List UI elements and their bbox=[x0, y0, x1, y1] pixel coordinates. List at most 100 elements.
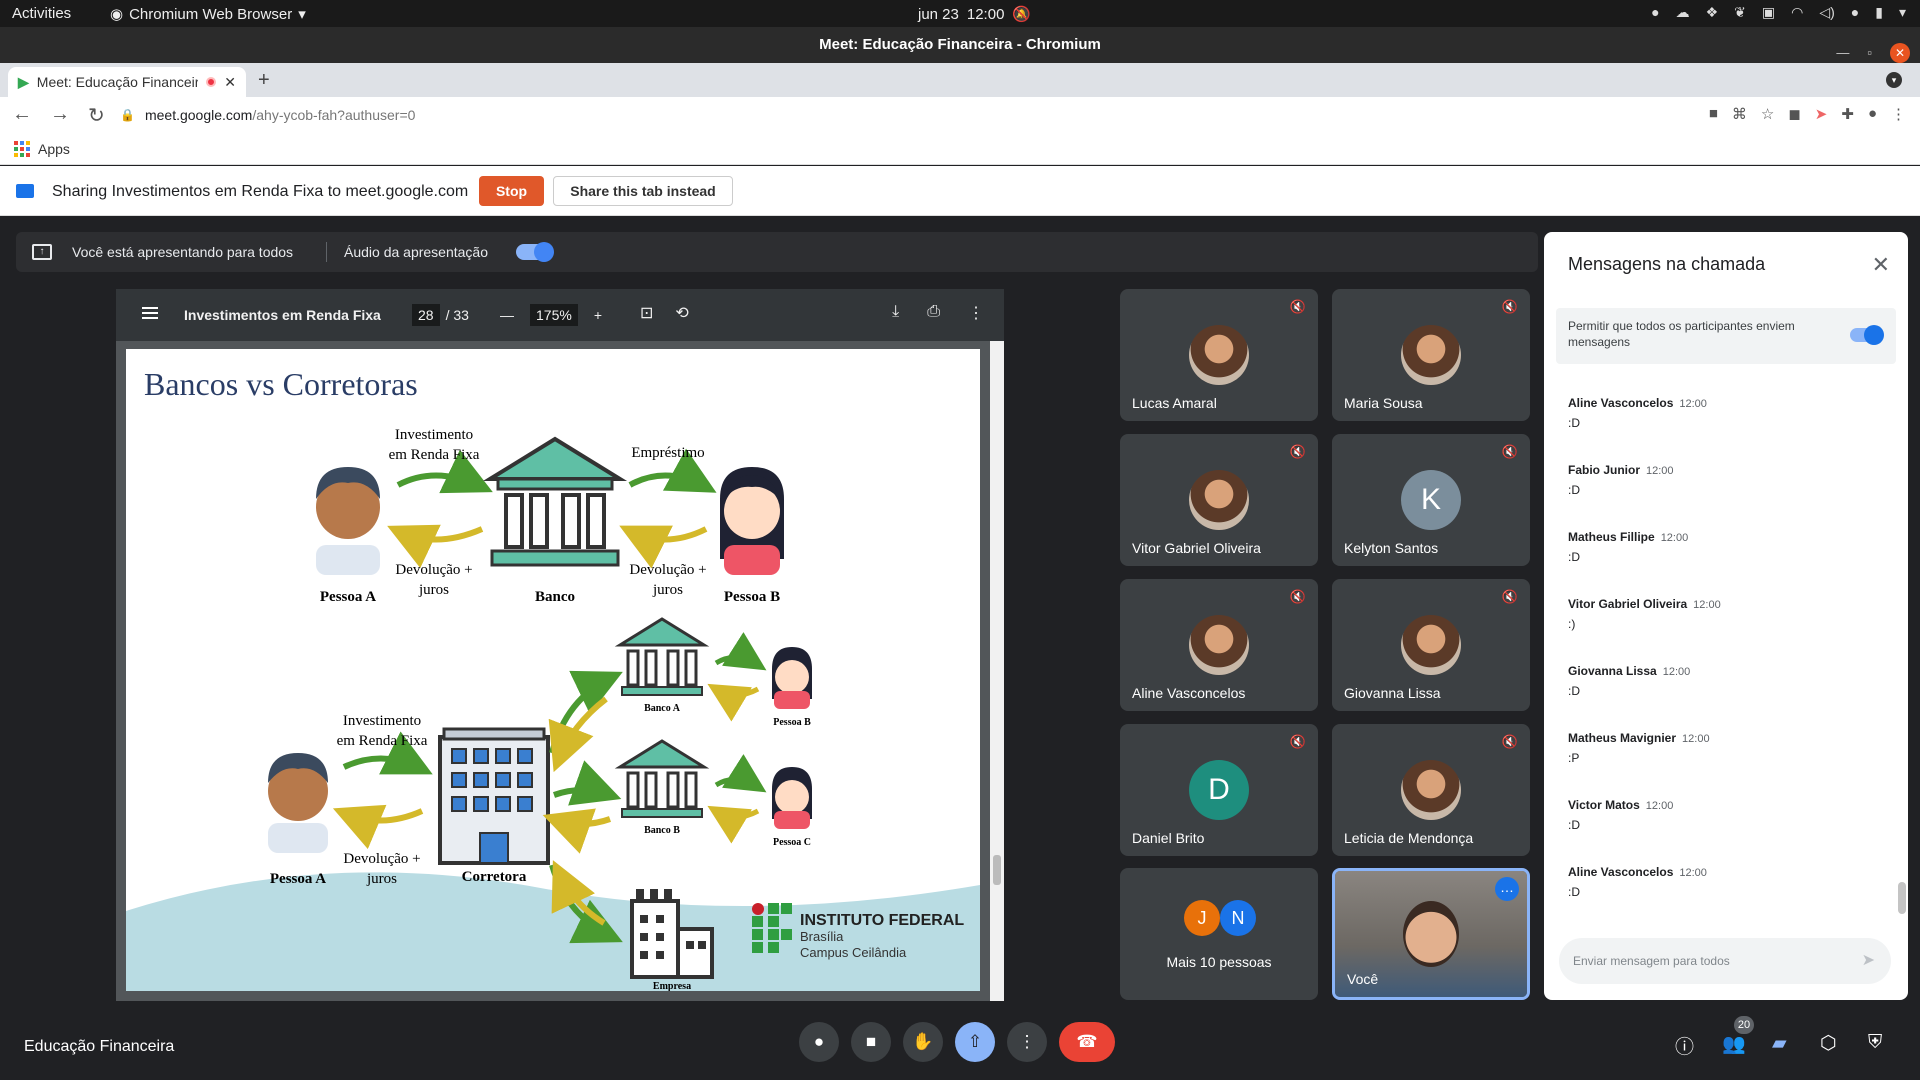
microphone-button[interactable]: ● bbox=[799, 1022, 839, 1062]
more-options-icon[interactable]: ⋮ bbox=[968, 303, 984, 323]
people-icon[interactable]: 👥 bbox=[1722, 1032, 1746, 1056]
download-icon[interactable]: ⤓ bbox=[892, 303, 899, 323]
scrollbar-thumb[interactable] bbox=[993, 855, 1001, 885]
stop-sharing-button[interactable]: Stop bbox=[479, 176, 544, 206]
extension-cast-icon[interactable]: ➤ bbox=[1815, 105, 1828, 123]
more-people-label: Mais 10 pessoas bbox=[1166, 954, 1272, 970]
meeting-details-icon[interactable]: ⓘ bbox=[1675, 1032, 1694, 1059]
host-controls-icon[interactable]: ⛨ bbox=[1868, 1032, 1882, 1054]
chat-input[interactable]: Enviar mensagem para todos ➤ bbox=[1559, 938, 1891, 984]
arrow-bank-a-person-b bbox=[714, 632, 767, 671]
share-this-tab-button[interactable]: Share this tab instead bbox=[553, 176, 733, 206]
profile-icon[interactable]: ● bbox=[1868, 105, 1877, 123]
participant-tile[interactable]: 🔇 Maria Sousa bbox=[1332, 289, 1530, 421]
reload-button[interactable]: ↻ bbox=[88, 103, 105, 128]
label-return-top-2: juros bbox=[418, 582, 449, 598]
participant-name: Giovanna Lissa bbox=[1344, 685, 1441, 701]
screen-icon: ▣ bbox=[1761, 4, 1776, 20]
arrow-bank-b-person-c bbox=[714, 754, 767, 793]
activities-button[interactable]: Activities bbox=[12, 5, 71, 22]
participant-tile[interactable]: 🔇 Lucas Amaral bbox=[1120, 289, 1318, 421]
arrow-broker-bank-a bbox=[549, 670, 623, 754]
chat-scrollbar[interactable] bbox=[1898, 882, 1906, 914]
system-tray[interactable]: ● ☁ ❖ ❦ ▣ ◠ ◁) ● ▮ ▾ bbox=[1651, 4, 1906, 21]
tab-search-icon[interactable]: ▾ bbox=[1886, 72, 1902, 88]
clock[interactable]: jun 23 12:00 🔕 bbox=[918, 5, 1031, 24]
allow-messages-toggle[interactable] bbox=[1850, 325, 1884, 345]
zoom-out-icon[interactable]: — bbox=[500, 307, 514, 323]
tab-close-icon[interactable]: ✕ bbox=[224, 74, 236, 91]
avatar bbox=[1189, 470, 1249, 530]
presentation-audio-toggle[interactable] bbox=[516, 242, 554, 262]
camera-icon[interactable]: ■ bbox=[1709, 105, 1718, 123]
raise-hand-button[interactable]: ✋ bbox=[903, 1022, 943, 1062]
sharing-text: Sharing Investimentos em Renda Fixa to m… bbox=[52, 183, 469, 200]
zoom-input[interactable]: 175% bbox=[530, 304, 578, 326]
close-window-icon[interactable]: ✕ bbox=[1890, 43, 1910, 63]
participant-tile[interactable]: K 🔇 Kelyton Santos bbox=[1332, 434, 1530, 566]
more-options-button[interactable]: ⋮ bbox=[1007, 1022, 1047, 1062]
meeting-controls-bar: Educação Financeira ● ■ ✋ ⇧ ⋮ ☎ ⓘ 👥 20 ▰… bbox=[0, 1010, 1920, 1080]
puzzle-icon[interactable]: ✚ bbox=[1841, 105, 1854, 123]
participant-tile[interactable]: 🔇 Aline Vasconcelos bbox=[1120, 579, 1318, 711]
participant-tile[interactable]: 🔇 Vitor Gabriel Oliveira bbox=[1120, 434, 1318, 566]
message-header: Victor Matos 12:00 bbox=[1568, 798, 1888, 812]
rotate-icon[interactable]: ⟲ bbox=[675, 303, 688, 323]
tab-meet[interactable]: ▶ Meet: Educação Financeira ✕ bbox=[8, 67, 246, 97]
zoom-in-icon[interactable]: + bbox=[594, 307, 602, 323]
camera-button[interactable]: ■ bbox=[851, 1022, 891, 1062]
chat-icon[interactable]: ▰ bbox=[1772, 1032, 1787, 1055]
new-tab-button[interactable]: + bbox=[258, 69, 270, 92]
tile-self[interactable]: … Você bbox=[1332, 868, 1530, 1000]
participant-tile[interactable]: 🔇 Leticia de Mendonça bbox=[1332, 724, 1530, 856]
page-total: / 33 bbox=[445, 307, 469, 323]
message-header: Aline Vasconcelos 12:00 bbox=[1568, 865, 1888, 879]
tab-title: Meet: Educação Financeira bbox=[36, 74, 199, 90]
lock-icon: 🔒 bbox=[120, 108, 135, 122]
arrow-person-b-bank-a bbox=[707, 683, 760, 722]
message-text: :D bbox=[1568, 416, 1580, 430]
send-icon[interactable]: ➤ bbox=[1862, 950, 1875, 970]
url-path: /ahy-ycob-fah?authuser=0 bbox=[252, 107, 416, 123]
present-button[interactable]: ⇧ bbox=[955, 1022, 995, 1062]
menu-icon[interactable] bbox=[142, 307, 158, 309]
activities-icon[interactable]: ⬡ bbox=[1820, 1032, 1837, 1055]
more-options-icon[interactable]: … bbox=[1495, 877, 1519, 901]
address-bar[interactable]: 🔒 meet.google.com/ahy-ycob-fah?authuser=… bbox=[110, 100, 1650, 130]
arrow-invest-top bbox=[396, 449, 493, 494]
avatar: D bbox=[1189, 760, 1249, 820]
app-indicator-icon: ● bbox=[1651, 4, 1660, 20]
arrow-person-c-bank-b bbox=[707, 805, 760, 844]
page-number-input[interactable]: 28 bbox=[412, 304, 440, 326]
meeting-name: Educação Financeira bbox=[24, 1038, 175, 1055]
label-invest-bottom-2: em Renda Fixa bbox=[337, 733, 428, 749]
tile-more-people[interactable]: J N Mais 10 pessoas bbox=[1120, 868, 1318, 1000]
fit-page-icon[interactable]: ⊡ bbox=[640, 303, 653, 323]
participant-tile[interactable]: 🔇 Giovanna Lissa bbox=[1332, 579, 1530, 711]
hang-up-icon: ☎ bbox=[1076, 1032, 1098, 1051]
arrow-return-top-2 bbox=[619, 525, 708, 569]
menu-icon[interactable]: ⋮ bbox=[1891, 105, 1906, 123]
pdf-scrollbar[interactable] bbox=[990, 341, 1004, 1001]
microphone-icon: ● bbox=[813, 1032, 825, 1051]
arrow-bank-a-broker bbox=[548, 696, 608, 773]
mic-off-icon: 🔇 bbox=[1289, 299, 1306, 314]
logo-name: INSTITUTO FEDERAL bbox=[800, 912, 964, 929]
extension-b-icon[interactable]: ◼ bbox=[1788, 105, 1800, 123]
participant-tile[interactable]: D 🔇 Daniel Brito bbox=[1120, 724, 1318, 856]
app-menu[interactable]: ◉ Chromium Web Browser ▾ bbox=[110, 5, 306, 24]
company-building bbox=[630, 889, 714, 979]
message-text: :) bbox=[1568, 617, 1576, 631]
back-button[interactable]: ← bbox=[12, 103, 32, 128]
bookmark-apps[interactable]: Apps bbox=[14, 141, 70, 157]
forward-button[interactable]: → bbox=[50, 103, 70, 128]
translate-icon[interactable]: ⌘ bbox=[1732, 105, 1747, 123]
message-header: Fabio Junior 12:00 bbox=[1568, 463, 1888, 477]
message-sender: Giovanna Lissa bbox=[1568, 664, 1657, 678]
print-icon[interactable]: ⎙ bbox=[927, 303, 940, 323]
star-icon[interactable]: ☆ bbox=[1761, 105, 1774, 123]
leave-call-button[interactable]: ☎ bbox=[1059, 1022, 1115, 1062]
apps-grid-icon bbox=[14, 141, 30, 157]
chat-message: Victor Matos 12:00:D bbox=[1568, 798, 1888, 865]
close-chat-icon[interactable]: ✕ bbox=[1872, 252, 1890, 278]
